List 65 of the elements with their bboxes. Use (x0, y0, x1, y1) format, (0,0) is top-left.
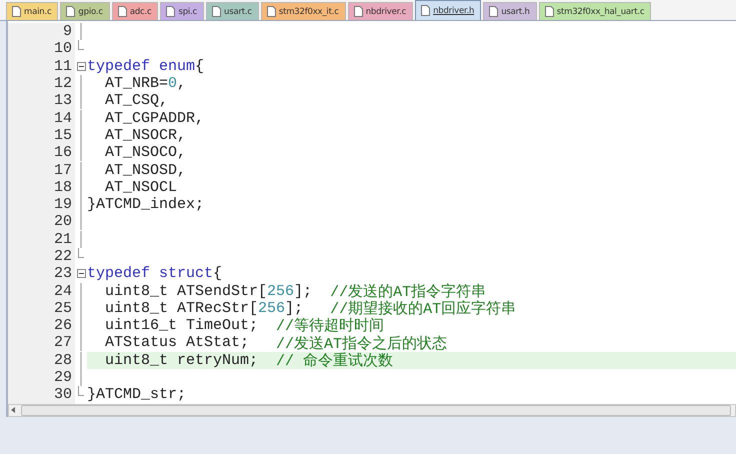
code-line: uint8_t ATRecStr[256]; //期望接收的AT回应字符串 (104, 300, 518, 318)
file-icon (166, 6, 176, 17)
code-line: typedef struct{ (87, 265, 224, 282)
fold-end-icon (78, 386, 84, 396)
file-icon (212, 6, 222, 17)
line-number: 30 (8, 386, 75, 404)
file-icon (66, 6, 76, 17)
code-line: }ATCMD_str; (87, 386, 188, 404)
file-icon (421, 5, 430, 16)
line-number: 20 (8, 213, 75, 231)
file-icon (266, 6, 276, 17)
code-line: AT_CSQ, (104, 92, 170, 110)
file-tab[interactable]: nbdriver.h (415, 0, 482, 20)
code-line: AT_NSOCR, (104, 126, 188, 144)
file-tab[interactable]: adc.c (112, 2, 158, 20)
fold-end-icon (78, 248, 84, 258)
file-tab[interactable]: stm32f0xx_it.c (260, 2, 346, 20)
line-number: 13 (8, 92, 75, 110)
file-tab[interactable]: gpio.c (60, 2, 110, 20)
file-tab[interactable]: usart.h (483, 2, 537, 20)
code-line: AT_NSOSD, (104, 161, 188, 179)
line-number: 27 (8, 334, 75, 352)
file-icon (118, 6, 127, 17)
line-number: 22 (8, 248, 75, 266)
line-number: 25 (8, 300, 75, 318)
line-number: 9 (8, 23, 75, 40)
file-icon (544, 6, 554, 17)
line-number: 16 (8, 144, 75, 162)
line-number: 23 (8, 265, 75, 282)
line-number: 10 (8, 40, 75, 58)
file-tab[interactable]: stm32f0xx_hal_uart.c (538, 2, 652, 20)
line-number: 17 (8, 161, 75, 179)
file-tab[interactable]: usart.c (206, 2, 259, 20)
file-icon (489, 6, 498, 17)
line-number: 21 (8, 230, 75, 248)
fold-end-icon (78, 40, 84, 50)
code-line: AT_NSOCL (104, 178, 178, 196)
line-number: 28 (8, 352, 75, 369)
code-line: uint8_t ATSendStr[256]; //发送的AT指令字符串 (104, 282, 486, 300)
file-icon (354, 6, 363, 17)
file-tab[interactable]: spi.c (160, 2, 204, 20)
file-tab[interactable]: nbdriver.c (348, 2, 414, 20)
code-line: typedef enum{ (87, 58, 206, 75)
line-number: 26 (8, 317, 75, 334)
line-number: 29 (8, 368, 75, 386)
line-number: 12 (8, 74, 75, 92)
line-number: 18 (8, 178, 75, 196)
scroll-left-icon[interactable] (9, 406, 17, 414)
fold-line-icon (80, 23, 82, 40)
code-line: uint16_t TimeOut; //等待超时时间 (104, 317, 384, 334)
line-number: 24 (8, 282, 75, 300)
code-line: AT_CGPADDR, (104, 109, 206, 127)
line-number: 15 (8, 126, 75, 144)
line-number: 14 (8, 109, 75, 127)
horizontal-scrollbar[interactable] (8, 404, 736, 417)
code-line: }ATCMD_index; (87, 196, 206, 214)
code-line: ATStatus AtStat; //发送AT指令之后的状态 (104, 334, 448, 352)
file-icon (12, 6, 21, 17)
file-tab[interactable]: main.c (6, 2, 58, 20)
line-number: 19 (8, 196, 75, 214)
fold-collapse-icon[interactable] (76, 62, 86, 71)
fold-collapse-icon[interactable] (76, 269, 86, 278)
code-line: AT_NSOCO, (104, 144, 188, 162)
code-line: AT_NRB=0, (104, 74, 188, 92)
line-number: 11 (8, 58, 75, 75)
